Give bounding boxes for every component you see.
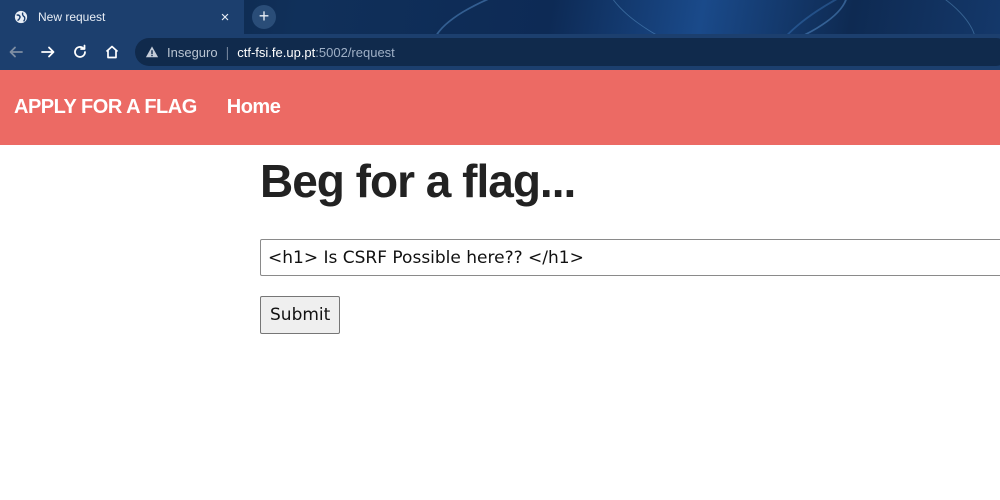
reload-button[interactable] (64, 36, 96, 68)
browser-tab[interactable]: New request × (0, 0, 244, 34)
forward-button[interactable] (32, 36, 64, 68)
main-content: Beg for a flag... Submit (260, 145, 1000, 334)
tab-title: New request (38, 10, 106, 24)
brand-link[interactable]: APPLY FOR A FLAG (14, 96, 197, 119)
url-host: ctf-fsi.fe.up.pt (237, 44, 316, 60)
site-navbar: APPLY FOR A FLAG Home (0, 70, 1000, 145)
submit-button[interactable]: Submit (260, 296, 341, 334)
url-separator: | (225, 44, 230, 60)
nav-link-home[interactable]: Home (227, 96, 281, 119)
home-icon (105, 45, 119, 59)
new-tab-button[interactable]: + (252, 5, 276, 29)
back-arrow-icon (9, 46, 23, 58)
close-tab-icon[interactable]: × (216, 9, 234, 26)
home-button[interactable] (96, 36, 128, 68)
page-title: Beg for a flag... (260, 155, 576, 207)
address-bar[interactable]: Inseguro | ctf-fsi.fe.up.pt :5002/reques… (135, 38, 1000, 66)
globe-icon (14, 10, 28, 24)
request-input[interactable] (260, 239, 1000, 276)
insecure-label: Inseguro (167, 44, 218, 60)
reload-icon (74, 44, 86, 58)
browser-toolbar: Inseguro | ctf-fsi.fe.up.pt :5002/reques… (0, 34, 1000, 70)
forward-arrow-icon (41, 46, 55, 58)
back-button[interactable] (0, 36, 32, 68)
warning-icon (145, 46, 159, 58)
browser-tab-strip: New request × + (0, 0, 1000, 34)
url-path: :5002/request (315, 44, 395, 60)
